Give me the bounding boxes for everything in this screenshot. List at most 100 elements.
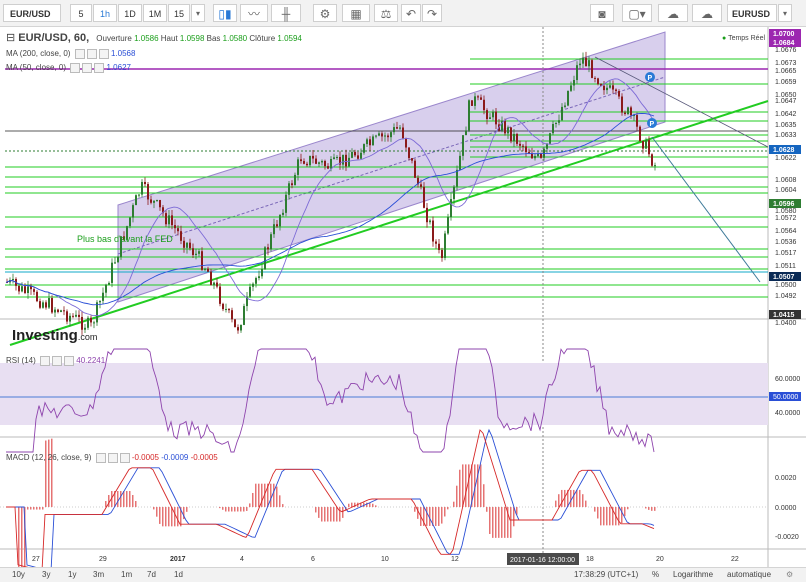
candle-body	[306, 163, 308, 166]
settings-gear-icon-bottom[interactable]: ⚙	[786, 570, 793, 579]
ma50-visibility-icon[interactable]	[70, 63, 81, 73]
interval-1h-button[interactable]: 1h	[93, 4, 117, 22]
macd-histogram-bar	[465, 464, 467, 507]
interval-1d-button[interactable]: 1D	[118, 4, 142, 22]
symbol-search-input[interactable]: EURUSD	[727, 4, 777, 22]
interval-5m-button[interactable]: 5	[70, 4, 92, 22]
candle-body	[132, 205, 134, 218]
range-3y[interactable]: 3y	[42, 570, 50, 579]
macd-histogram-bar	[315, 507, 317, 513]
chart-svg[interactable]: 1.06761.06731.06651.06591.06501.06471.06…	[0, 27, 806, 579]
candle-body	[432, 220, 434, 242]
compare-scale-icon[interactable]: ⚖	[374, 4, 398, 22]
bar-chart-icon[interactable]: ╫	[271, 4, 301, 22]
candle-body	[495, 111, 497, 125]
settings-gear-icon[interactable]: ⚙	[313, 4, 337, 22]
auto-toggle[interactable]: automatique	[727, 570, 771, 579]
candle-body	[240, 324, 242, 331]
macd-histogram-bar	[438, 507, 440, 526]
indicators-icon[interactable]: ▦	[342, 4, 370, 22]
ma50-settings-icon[interactable]	[82, 63, 93, 73]
candle-body	[624, 112, 626, 115]
legend-ma200: MA (200, close, 0) 1.0568	[6, 49, 135, 59]
color-picker-icon[interactable]: ▢▾	[622, 4, 652, 22]
candle-body	[36, 291, 38, 302]
ma200-settings-icon[interactable]	[86, 49, 97, 59]
macd-histogram-bar	[237, 507, 239, 512]
candle-body	[165, 213, 167, 225]
symbol-dropdown-icon[interactable]: ▾	[778, 4, 792, 22]
range-7d[interactable]: 7d	[147, 570, 156, 579]
macd-histogram-bar	[282, 504, 284, 507]
time-axis-label: 20	[656, 556, 664, 563]
symbol-input[interactable]: EUR/USD	[3, 4, 61, 22]
close-value: 1.0594	[277, 34, 302, 43]
cloud-upload-icon[interactable]: ☁	[692, 4, 722, 22]
ma50-value: 1.0627	[106, 63, 131, 73]
candle-body	[444, 233, 446, 258]
macd-histogram-bar	[624, 507, 626, 517]
collapse-icon[interactable]: ⊟	[6, 32, 15, 44]
price-tag-label: 1.0700	[773, 31, 795, 38]
macd-histogram-bar	[45, 440, 47, 507]
candle-body	[27, 286, 29, 294]
macd-visibility-icon[interactable]	[95, 453, 106, 463]
macd-histogram-bar	[156, 507, 158, 517]
redo-icon[interactable]: ↷	[422, 4, 442, 22]
candle-body	[51, 298, 53, 313]
open-value: 1.0586	[134, 34, 159, 43]
candle-body	[111, 262, 113, 283]
range-10y[interactable]: 10y	[12, 570, 25, 579]
candle-body	[204, 268, 206, 270]
candle-body	[468, 100, 470, 131]
macd-close-icon[interactable]	[119, 453, 130, 463]
range-1m[interactable]: 1m	[121, 570, 132, 579]
candle-body	[375, 135, 377, 137]
candle-body	[225, 309, 227, 311]
candle-body	[270, 234, 272, 250]
candle-body	[630, 107, 632, 116]
candle-body	[522, 145, 524, 147]
candle-body	[303, 161, 305, 164]
cloud-download-icon[interactable]: ☁	[658, 4, 688, 22]
macd-settings-icon[interactable]	[107, 453, 118, 463]
candle-body	[171, 215, 173, 226]
ma200-visibility-icon[interactable]	[74, 49, 85, 59]
range-1d[interactable]: 1d	[174, 570, 183, 579]
ma200-close-icon[interactable]	[98, 49, 109, 59]
rsi-close-icon[interactable]	[64, 356, 75, 366]
log-toggle[interactable]: Logarithme	[673, 570, 713, 579]
macd-histogram-bar	[324, 507, 326, 522]
macd-histogram-bar	[258, 483, 260, 507]
candle-body	[561, 106, 563, 121]
candle-body	[45, 302, 47, 308]
macd-histogram-bar	[249, 503, 251, 507]
interval-15-button[interactable]: 15	[168, 4, 190, 22]
interval-dropdown-icon[interactable]: ▾	[191, 4, 205, 22]
camera-icon[interactable]: ◙	[590, 4, 614, 22]
macd-histogram-bar	[435, 507, 437, 526]
macd-histogram-bar	[279, 495, 281, 507]
range-1y[interactable]: 1y	[68, 570, 76, 579]
interval-1m-button[interactable]: 1M	[143, 4, 167, 22]
macd-histogram-bar	[159, 507, 161, 524]
candle-body	[348, 157, 350, 167]
candle-body	[519, 143, 521, 146]
range-3m[interactable]: 3m	[93, 570, 104, 579]
percent-toggle[interactable]: %	[652, 570, 659, 579]
candle-body	[372, 136, 374, 146]
candle-body	[21, 286, 23, 292]
price-axis-label: 1.0647	[775, 98, 797, 105]
macd-value-2: -0.0009	[161, 453, 189, 463]
price-axis-label: 1.0536	[775, 239, 797, 246]
ma50-close-icon[interactable]	[94, 63, 105, 73]
candle-body	[588, 60, 590, 67]
rsi-visibility-icon[interactable]	[40, 356, 51, 366]
macd-histogram-bar	[330, 507, 332, 522]
rsi-settings-icon[interactable]	[52, 356, 63, 366]
line-chart-icon[interactable]: 〰	[240, 4, 268, 22]
candle-style-icon[interactable]: ▯▮	[213, 4, 237, 22]
macd-histogram-bar	[510, 507, 512, 538]
chart-area[interactable]: 1.0676 1.0673 1.0665 1.0659 1.0650 1.0647 1.06…	[0, 27, 806, 579]
undo-icon[interactable]: ↶	[401, 4, 421, 22]
